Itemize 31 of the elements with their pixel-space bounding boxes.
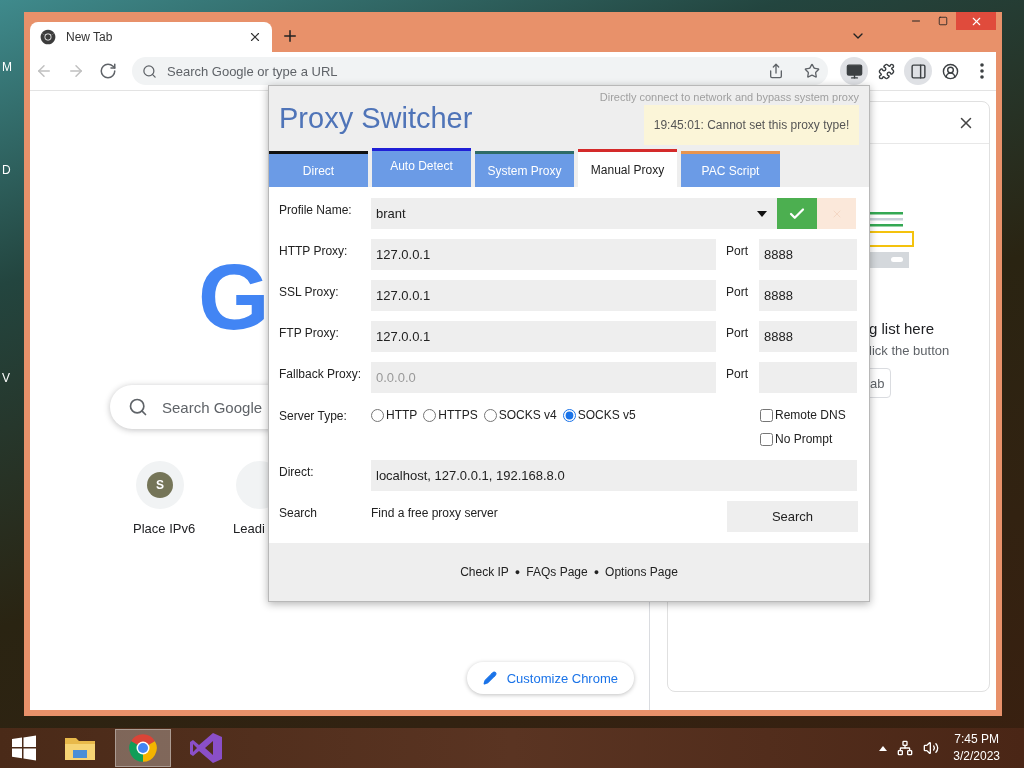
radio-label: SOCKS v4 — [498, 408, 557, 422]
google-logo: G — [198, 251, 270, 343]
shortcut-avatar: S — [147, 472, 173, 498]
popup-title: Proxy Switcher — [279, 102, 473, 136]
popup-subtitle: Directly connect to network and bypass system proxy — [599, 90, 859, 104]
field-label: SSL Proxy: — [279, 284, 340, 299]
port-label: Port — [725, 325, 749, 340]
bullet-separator: ● — [514, 567, 521, 577]
port-label: Port — [725, 284, 749, 299]
radio-label: SOCKS v5 — [577, 408, 636, 422]
desktop-icon-label: V — [2, 371, 10, 385]
side-panel-heading: g list here — [869, 320, 935, 337]
error-toast: 19:45:01: Cannot set this proxy type! — [644, 105, 859, 145]
radio-label: HTTPS — [438, 408, 478, 422]
desktop-icon-label: M — [2, 60, 12, 74]
field-label: Server Type: — [279, 408, 348, 423]
field-label: Fallback Proxy: — [279, 366, 363, 381]
desktop-icon-label: D — [2, 163, 11, 177]
radio-label: HTTP — [386, 408, 418, 422]
port-label: Port — [725, 366, 749, 381]
field-label: HTTP Proxy: — [279, 243, 349, 258]
field-label: Profile Name: — [279, 202, 353, 217]
checkbox-label: Remote DNS — [775, 408, 846, 422]
field-label: FTP Proxy: — [279, 325, 340, 340]
bullet-separator: ● — [593, 567, 600, 577]
search-hint: Find a free proxy server — [371, 505, 499, 520]
field-label: Search — [279, 505, 319, 520]
port-label: Port — [725, 243, 749, 258]
checkbox-label: No Prompt — [775, 432, 833, 446]
field-label: Direct: — [279, 464, 315, 479]
side-panel-text: lick the button — [869, 343, 950, 358]
